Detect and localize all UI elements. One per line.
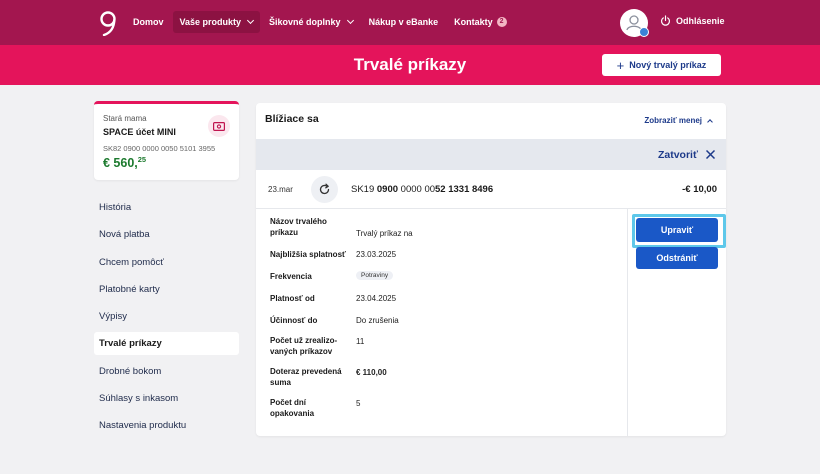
status-dot [639, 27, 649, 37]
detail-value: Do zrušenia [356, 316, 399, 325]
sidebar-item-standing-orders[interactable]: Trvalé príkazy [94, 332, 239, 356]
sidebar-item-direct-debits[interactable]: Súhlasy s inkasom [94, 387, 239, 410]
detail-value: 23.03.2025 [356, 250, 397, 259]
close-bar [256, 139, 726, 170]
account-card[interactable]: Stará mama SPACE účet MINI SK82 0900 000… [94, 101, 239, 180]
product-menu: História Nová platba Chcem pomôcť Platob… [94, 196, 239, 442]
power-icon [661, 15, 670, 26]
chevron-down-icon [247, 16, 255, 25]
balance-main: € 560, [103, 156, 138, 171]
sidebar-item-cards[interactable]: Platobné karty [94, 278, 239, 301]
nav-label: Šikovné doplnky [269, 17, 341, 27]
nav-item-home[interactable]: Domov [126, 11, 171, 33]
nav-item-addons[interactable]: Šikovné doplnky [262, 11, 360, 33]
detail-value: 23.04.2025 [356, 294, 397, 303]
nav-label: Domov [133, 17, 164, 27]
iban-part: 0900 [376, 184, 399, 195]
detail-label: Účinnosť do [270, 316, 318, 325]
order-date: 23.mar [268, 185, 293, 194]
logout-label: Odhlásenie [676, 15, 725, 26]
detail-value: Trvalý príkaz na [356, 229, 413, 238]
sidebar-item-statements[interactable]: Výpisy [94, 305, 239, 328]
sidebar-item-settings[interactable]: Nastavenia produktu [94, 414, 239, 437]
nav-item-shopping[interactable]: Nákup v eBanke [362, 11, 446, 33]
account-balance: € 560,25 [103, 155, 146, 170]
banknote-icon [208, 115, 230, 137]
chevron-up-icon [707, 119, 713, 125]
sidebar-item-savings[interactable]: Drobné bokom [94, 360, 239, 383]
iban-prefix: SK19 [351, 184, 377, 195]
upcoming-panel: Blížiace sa Zobraziť menej Zatvoriť 23.m… [256, 103, 726, 436]
nav-label: Kontakty [454, 17, 493, 27]
iban-part: 0000 00 [398, 184, 436, 195]
show-less-label: Zobraziť menej [644, 116, 702, 125]
detail-value: € 110,00 [356, 368, 387, 377]
standing-order-row[interactable]: 23.mar SK19 0900 0000 0052 1331 8496 -€ … [256, 170, 726, 209]
main-menu: Domov Vaše produkty Šikovné doplnky Náku… [126, 11, 516, 33]
detail-label: Počet dní opakovania [270, 398, 315, 418]
category-tag: Potraviny [356, 271, 394, 280]
nav-label: Vaše produkty [179, 17, 242, 27]
detail-label: Platnosť od [270, 294, 315, 303]
balance-cents: 25 [137, 155, 147, 164]
edit-button[interactable]: Upraviť [636, 218, 718, 242]
delete-button[interactable]: Odstrániť [636, 247, 718, 269]
account-name: SPACE účet MINI [103, 127, 176, 137]
detail-label: Frekvencia [270, 272, 312, 281]
detail-label: Počet už zrealizo-vaných príkazov [270, 335, 352, 357]
new-standing-order-button[interactable]: + Nový trvalý príkaz [602, 54, 721, 76]
detail-label: Najbližšia splatnosť [270, 250, 346, 259]
label-line: vaných príkazov [270, 347, 333, 356]
plus-icon: + [616, 57, 625, 73]
chevron-down-icon [346, 16, 354, 25]
label-line: Počet už zrealizo- [270, 336, 338, 345]
contacts-badge: 2 [496, 17, 507, 27]
show-less-button[interactable]: Zobraziť menej [644, 116, 713, 125]
logout-button[interactable]: Odhlásenie [660, 15, 725, 26]
close-button[interactable]: Zatvoriť [658, 149, 698, 161]
nav-item-contacts[interactable]: Kontakty 2 [447, 11, 514, 33]
detail-value: 11 [356, 337, 365, 346]
detail-value: 5 [356, 399, 361, 408]
detail-label: Doteraz prevedená suma [270, 367, 342, 387]
nav-label: Nákup v eBanke [368, 17, 439, 27]
order-iban: SK19 0900 0000 0052 1331 8496 [351, 184, 493, 195]
account-nickname: Stará mama [103, 114, 147, 123]
sidebar-item-help[interactable]: Chcem pomôcť [94, 251, 239, 274]
iban-part: 52 1331 8496 [435, 184, 494, 195]
close-icon[interactable] [705, 149, 716, 160]
sidebar-item-history[interactable]: História [94, 196, 239, 219]
nav-item-products[interactable]: Vaše produkty [172, 11, 261, 33]
repeat-icon [311, 176, 338, 203]
panel-title: Blížiace sa [265, 113, 319, 125]
order-amount: -€ 10,00 [682, 184, 717, 195]
bank-logo-icon[interactable] [98, 10, 120, 36]
divider [627, 209, 628, 436]
new-order-label: Nový trvalý príkaz [629, 60, 707, 70]
detail-label: Názov trvalého príkazu [270, 217, 327, 237]
sidebar-item-new-payment[interactable]: Nová platba [94, 223, 239, 246]
account-iban: SK82 0900 0000 0050 5101 3955 [103, 144, 216, 153]
